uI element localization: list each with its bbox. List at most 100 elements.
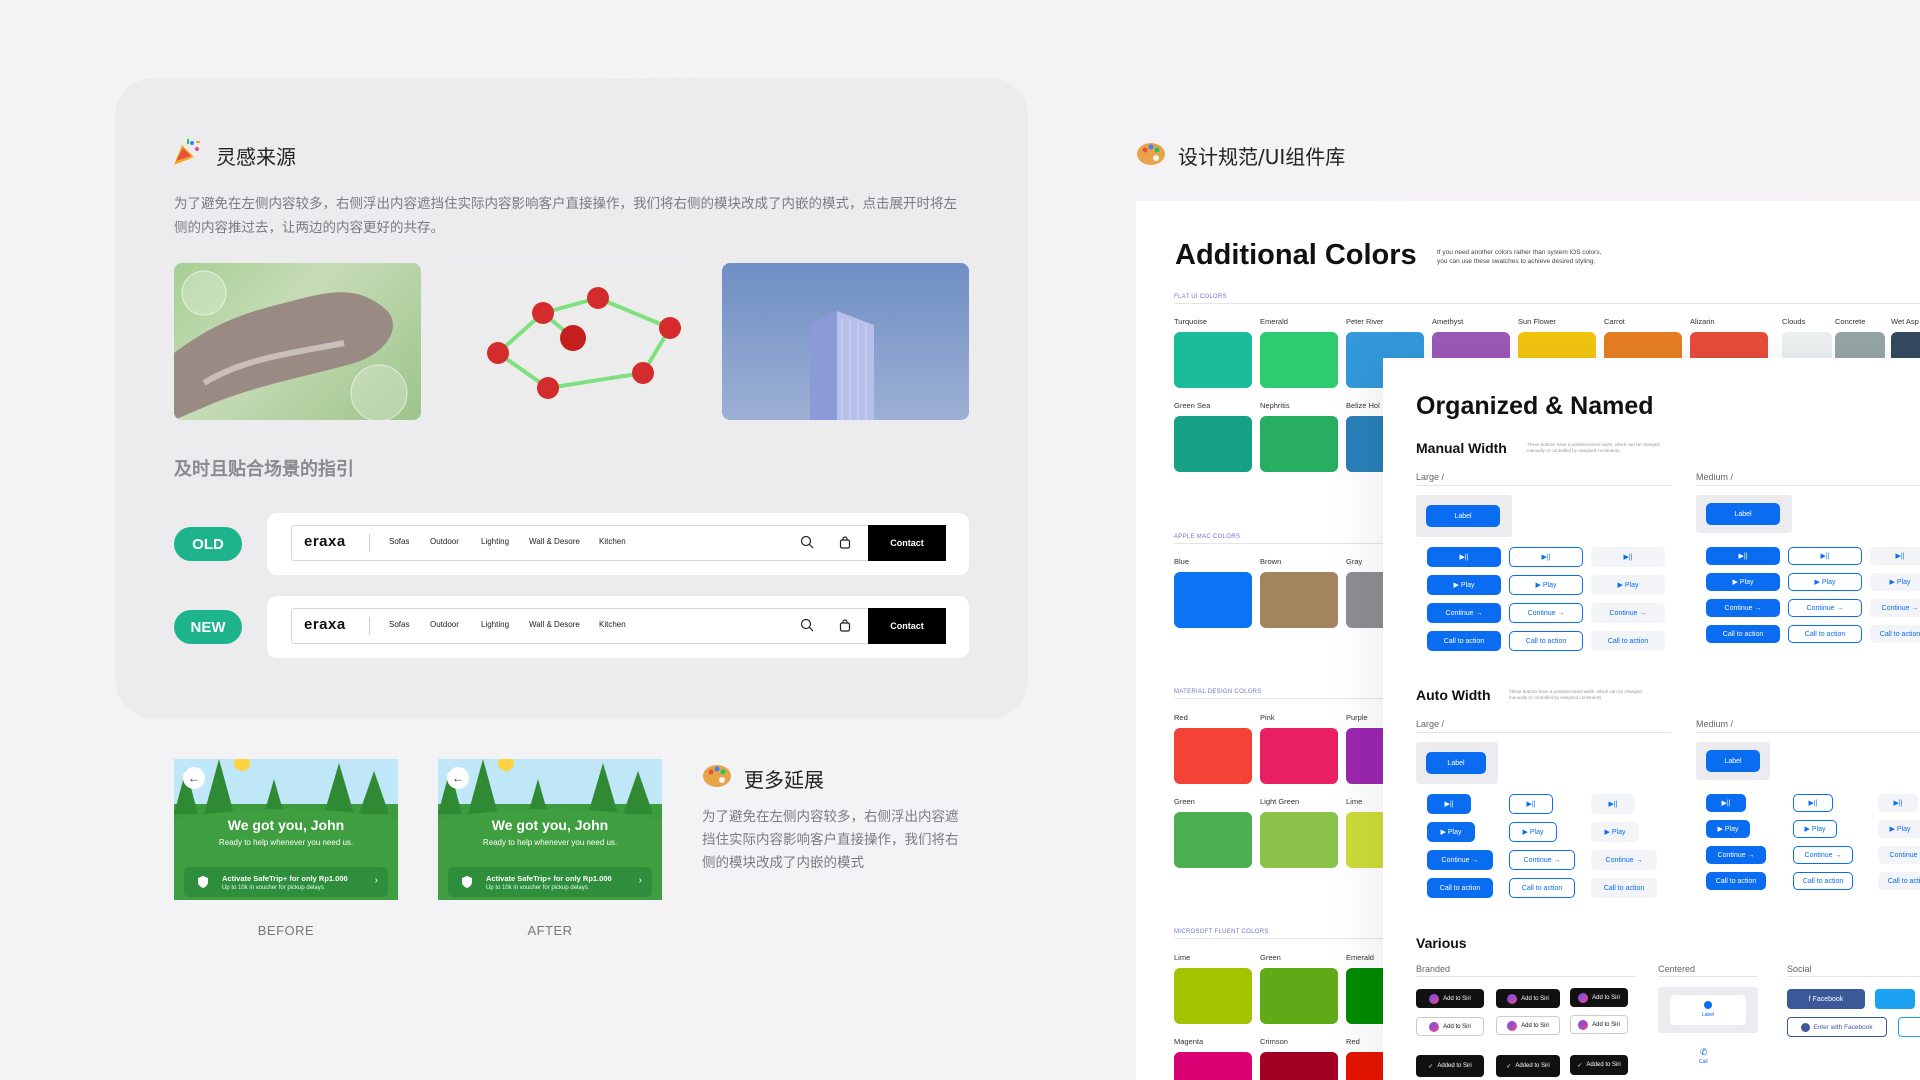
continue-button[interactable]: Continue → <box>1878 846 1920 864</box>
nav-link-kitchen[interactable]: Kitchen <box>599 537 626 546</box>
back-arrow-icon[interactable]: ← <box>447 767 469 789</box>
cta-button[interactable]: Call to action <box>1427 631 1501 651</box>
search-icon[interactable] <box>800 618 814 632</box>
play-button[interactable]: ▶ Play <box>1793 820 1837 838</box>
add-to-siri-button[interactable]: Add to Siri <box>1496 1016 1560 1035</box>
enter-with-facebook-button[interactable]: Enter with Facebook <box>1787 1017 1887 1037</box>
add-to-siri-button[interactable]: Add to Siri <box>1416 989 1484 1008</box>
play-icon-button[interactable]: ▶︎|| <box>1427 794 1471 814</box>
label-button[interactable]: Label <box>1706 750 1760 772</box>
swatch-green[interactable] <box>1174 812 1252 868</box>
twitter-button[interactable] <box>1875 989 1915 1009</box>
play-icon-button[interactable]: ▶︎|| <box>1509 547 1583 567</box>
added-to-siri-button[interactable]: ✓ Added to Siri <box>1570 1055 1628 1075</box>
swatch-blue[interactable] <box>1174 572 1252 628</box>
play-icon-button[interactable]: ▶︎|| <box>1870 547 1920 565</box>
cta-button[interactable]: Call to action <box>1793 872 1853 890</box>
play-button[interactable]: ▶ Play <box>1706 820 1750 838</box>
cart-icon[interactable] <box>838 535 852 549</box>
play-icon-button[interactable]: ▶︎|| <box>1706 547 1780 565</box>
nav-link-wall-desore[interactable]: Wall & Desore <box>529 620 580 629</box>
cta-button[interactable]: Call to action <box>1509 631 1583 651</box>
continue-button[interactable]: Continue → <box>1788 599 1862 617</box>
nav-link-sofas[interactable]: Sofas <box>389 620 409 629</box>
added-to-siri-button[interactable]: ✓ Added to Siri <box>1416 1055 1484 1077</box>
continue-button[interactable]: Continue → <box>1591 850 1657 870</box>
continue-button[interactable]: Continue → <box>1870 599 1920 617</box>
play-icon-button[interactable]: ▶︎|| <box>1427 547 1501 567</box>
continue-button[interactable]: Continue → <box>1591 603 1665 623</box>
play-icon-button[interactable]: ▶︎|| <box>1706 794 1746 812</box>
label-button[interactable]: Label <box>1706 503 1780 525</box>
nav-link-kitchen[interactable]: Kitchen <box>599 620 626 629</box>
cta-button[interactable]: Call to action <box>1706 872 1766 890</box>
swatch-turquoise[interactable] <box>1174 332 1252 388</box>
swatch-fluent-green[interactable] <box>1260 968 1338 1024</box>
play-button[interactable]: ▶ Play <box>1591 822 1639 842</box>
continue-button[interactable]: Continue → <box>1427 603 1501 623</box>
cta-button[interactable]: Call to action <box>1509 878 1575 898</box>
swatch-light-green[interactable] <box>1260 812 1338 868</box>
added-to-siri-button[interactable]: ✓ Added to Siri <box>1496 1055 1560 1077</box>
cta-button[interactable]: Call to action <box>1878 872 1920 890</box>
play-button[interactable]: ▶ Play <box>1706 573 1780 591</box>
continue-button[interactable]: Continue → <box>1509 850 1575 870</box>
swatch-magenta[interactable] <box>1174 1052 1252 1080</box>
nav-link-outdoor[interactable]: Outdoor <box>430 620 459 629</box>
cta-button[interactable]: Call to action <box>1591 631 1665 651</box>
add-to-siri-button[interactable]: Add to Siri <box>1496 989 1560 1008</box>
play-icon-button[interactable]: ▶︎|| <box>1509 794 1553 814</box>
back-arrow-icon[interactable]: ← <box>183 767 205 789</box>
facebook-button[interactable]: f Facebook <box>1787 989 1865 1009</box>
swatch-emerald[interactable] <box>1260 332 1338 388</box>
search-icon[interactable] <box>800 535 814 549</box>
add-to-siri-button[interactable]: Add to Siri <box>1416 1017 1484 1036</box>
play-icon-button[interactable]: ▶︎|| <box>1793 794 1833 812</box>
add-to-siri-button[interactable]: Add to Siri <box>1570 1015 1628 1034</box>
cta-button[interactable]: Call to action <box>1788 625 1862 643</box>
continue-button[interactable]: Continue → <box>1706 846 1766 864</box>
cta-button[interactable]: Call to action <box>1591 878 1657 898</box>
swatch-crimson[interactable] <box>1260 1052 1338 1080</box>
cta-button[interactable]: Call to action <box>1870 625 1920 643</box>
play-button[interactable]: ▶ Play <box>1788 573 1862 591</box>
continue-button[interactable]: Continue → <box>1706 599 1780 617</box>
phone-icon[interactable]: ✆ <box>1700 1047 1708 1058</box>
play-icon-button[interactable]: ▶︎|| <box>1878 794 1918 812</box>
cta-button[interactable]: Call to action <box>1706 625 1780 643</box>
play-button[interactable]: ▶ Play <box>1878 820 1920 838</box>
safetrip-banner[interactable]: Activate SafeTrip+ for only Rp1.000 Up t… <box>184 867 388 897</box>
play-button[interactable]: ▶ Play <box>1591 575 1665 595</box>
continue-button[interactable]: Continue → <box>1427 850 1493 870</box>
swatch-green-sea[interactable] <box>1174 416 1252 472</box>
play-icon-button[interactable]: ▶︎|| <box>1591 547 1665 567</box>
contact-button[interactable]: Contact <box>868 608 946 644</box>
play-button[interactable]: ▶ Play <box>1509 575 1583 595</box>
swatch-pink[interactable] <box>1260 728 1338 784</box>
navbar-logo[interactable]: eraxa <box>304 616 346 633</box>
label-button[interactable]: Label <box>1426 505 1500 527</box>
play-icon-button[interactable]: ▶︎|| <box>1591 794 1635 814</box>
play-button[interactable]: ▶ Play <box>1427 822 1475 842</box>
safetrip-banner[interactable]: Activate SafeTrip+ for only Rp1.000 Up t… <box>448 867 652 897</box>
swatch-brown[interactable] <box>1260 572 1338 628</box>
nav-link-lighting[interactable]: Lighting <box>481 620 509 629</box>
continue-button[interactable]: Continue → <box>1509 603 1583 623</box>
nav-link-outdoor[interactable]: Outdoor <box>430 537 459 546</box>
add-to-siri-button[interactable]: Add to Siri <box>1570 988 1628 1007</box>
navbar-logo[interactable]: eraxa <box>304 533 346 550</box>
twitter-outline-button[interactable] <box>1898 1017 1920 1037</box>
nav-link-lighting[interactable]: Lighting <box>481 537 509 546</box>
swatch-red[interactable] <box>1174 728 1252 784</box>
nav-link-sofas[interactable]: Sofas <box>389 537 409 546</box>
cta-button[interactable]: Call to action <box>1427 878 1493 898</box>
contact-button[interactable]: Contact <box>868 525 946 561</box>
nav-link-wall-desore[interactable]: Wall & Desore <box>529 537 580 546</box>
play-button[interactable]: ▶ Play <box>1427 575 1501 595</box>
play-button[interactable]: ▶ Play <box>1870 573 1920 591</box>
swatch-fluent-lime[interactable] <box>1174 968 1252 1024</box>
cart-icon[interactable] <box>838 618 852 632</box>
centered-card[interactable]: Label <box>1670 995 1746 1025</box>
continue-button[interactable]: Continue → <box>1793 846 1853 864</box>
label-button[interactable]: Label <box>1426 752 1486 774</box>
